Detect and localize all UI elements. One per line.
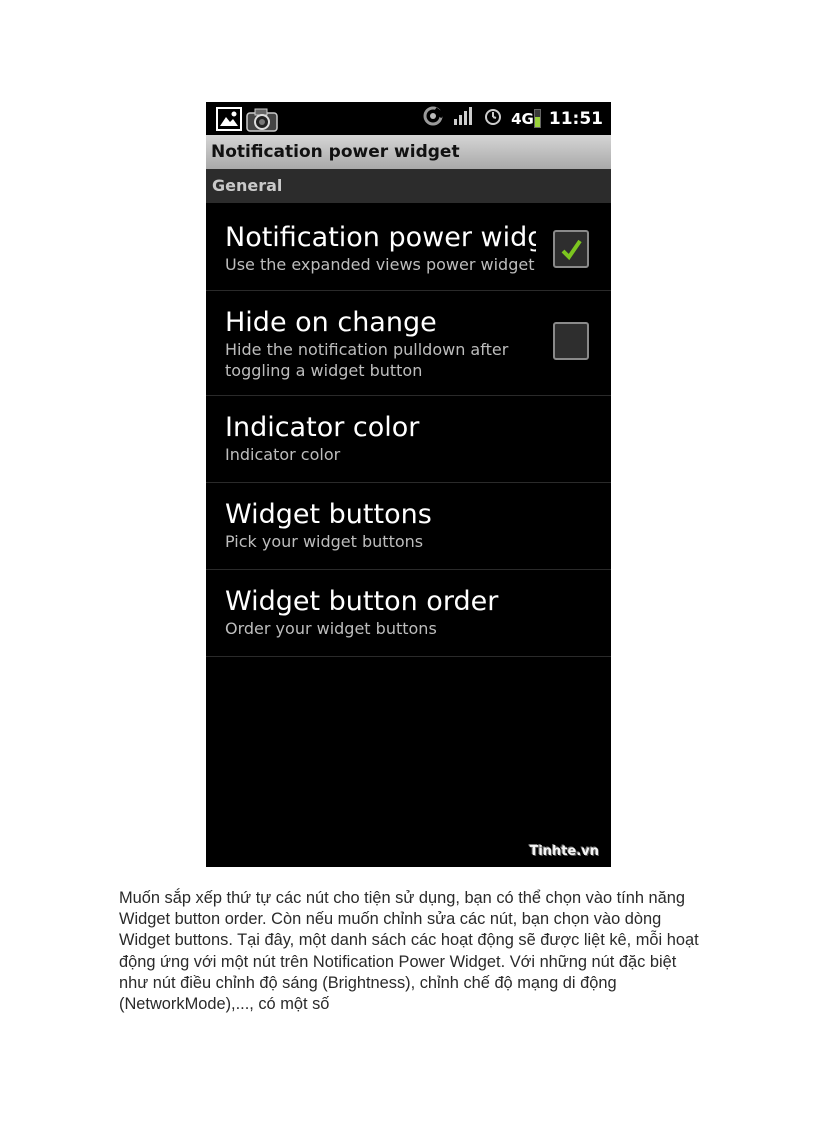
checkmark-icon [561, 239, 582, 261]
watermark: Tinhte.vn [529, 844, 599, 859]
notification-power-widget-checkbox[interactable] [553, 230, 589, 268]
pref-summary: Pick your widget buttons [225, 532, 424, 551]
gallery-icon [216, 107, 242, 136]
pref-title: Notification power widge [225, 222, 536, 253]
pref-summary: Indicator color [225, 445, 341, 464]
signal-icon [453, 106, 475, 131]
pref-summary: Use the expanded views power widget [225, 255, 535, 274]
body-paragraph: Muốn sắp xếp thứ tự các nút cho tiện sử … [119, 889, 699, 1014]
camera-icon [246, 106, 278, 137]
pref-widget-buttons[interactable]: Widget buttons Pick your widget buttons [206, 483, 611, 570]
sync-icon [421, 105, 445, 132]
pref-title: Widget buttons [225, 499, 432, 530]
pref-widget-button-order[interactable]: Widget button order Order your widget bu… [206, 570, 611, 657]
status-bar: 4G 11:51 [206, 102, 611, 135]
pref-title: Widget button order [225, 586, 499, 617]
network-type: 4G [511, 109, 534, 128]
pref-hide-on-change[interactable]: Hide on change Hide the notification pul… [206, 291, 611, 396]
category-header: General [206, 169, 611, 203]
phone-screenshot: 4G 11:51 Notification power widget Gener… [206, 102, 611, 867]
clock: 11:51 [548, 108, 603, 129]
alarm-icon [483, 106, 503, 131]
pref-title: Indicator color [225, 412, 420, 443]
battery-icon [533, 109, 541, 128]
hide-on-change-checkbox[interactable] [553, 322, 589, 360]
pref-notification-power-widget[interactable]: Notification power widge Use the expande… [206, 203, 611, 291]
pref-indicator-color[interactable]: Indicator color Indicator color [206, 396, 611, 483]
pref-summary: Hide the notification pulldown after tog… [225, 340, 509, 380]
pref-summary: Order your widget buttons [225, 619, 437, 638]
screen-title: Notification power widget [206, 135, 611, 169]
pref-title: Hide on change [225, 307, 437, 338]
